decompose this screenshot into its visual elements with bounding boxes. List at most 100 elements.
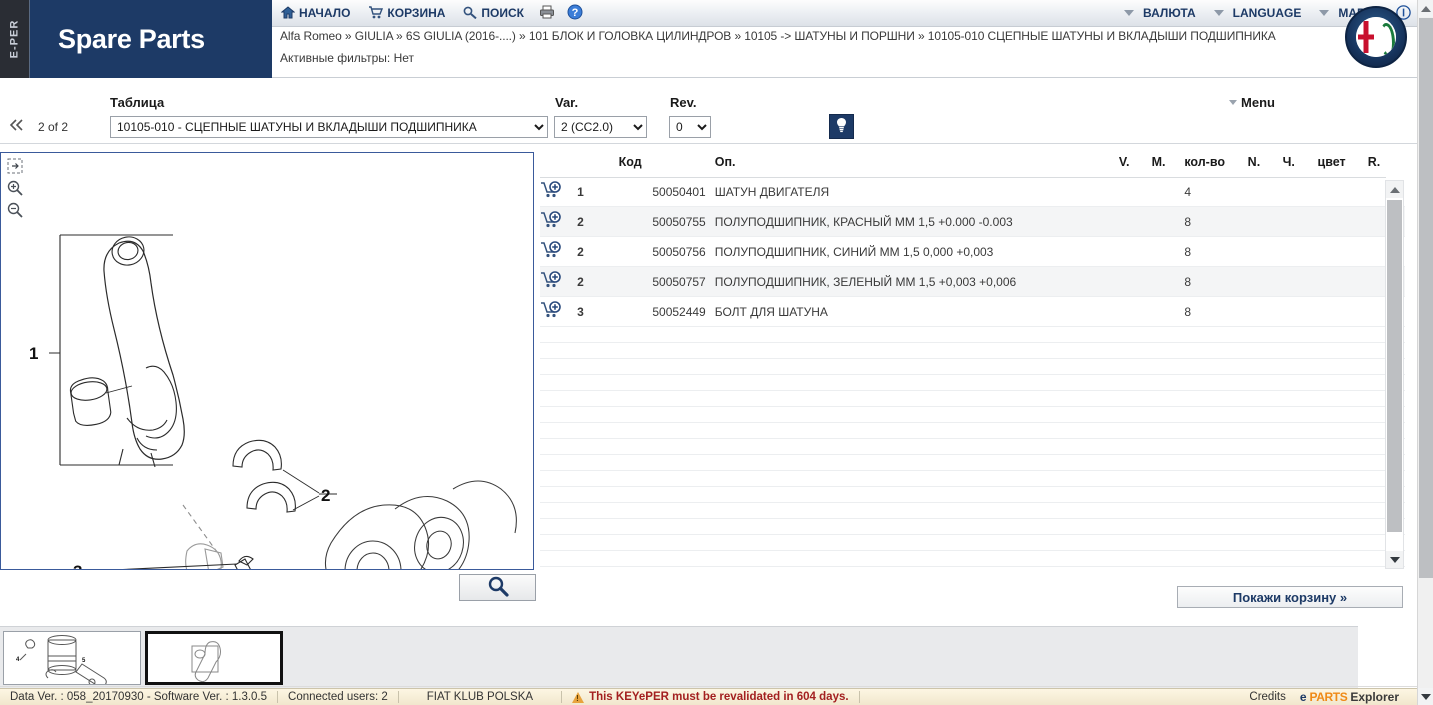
cell-color (1317, 236, 1368, 267)
search-icon (487, 575, 509, 600)
cell-empty (540, 470, 1405, 487)
col-n[interactable]: N. (1248, 155, 1283, 177)
part-diagram-panel[interactable]: 1 3 2 (0, 152, 534, 570)
col-code[interactable]: Код (619, 155, 715, 177)
cell-v (1118, 206, 1152, 237)
thumbnail-1-image: 45 (16, 635, 107, 684)
thumbnail-1[interactable]: 45 (3, 631, 141, 685)
scrollbar-thumb[interactable] (1387, 200, 1402, 532)
cell-empty (540, 342, 1405, 359)
var-select[interactable]: 2 (CC2.0) (554, 116, 647, 138)
menu-item-cart-label: КОРЗИНА (387, 6, 446, 20)
diagram-callout-3: 3 (73, 562, 82, 570)
col-ch[interactable]: Ч. (1283, 155, 1318, 177)
parts-table-scrollbar[interactable] (1385, 180, 1404, 569)
add-to-cart-icon[interactable] (540, 236, 578, 267)
table-row-empty (540, 422, 1405, 439)
add-to-cart-icon[interactable] (540, 266, 578, 297)
cell-m (1151, 296, 1185, 327)
status-data-version: Data Ver. : 058_20170930 - Software Ver.… (10, 691, 268, 703)
cell-empty (540, 326, 1405, 343)
table-select[interactable]: 10105-010 - СЦЕПНЫЕ ШАТУНЫ И ВКЛАДЫШИ ПО… (110, 116, 548, 138)
app-title: Spare Parts (58, 23, 205, 54)
menu-dropdown-button[interactable]: Menu (1229, 95, 1275, 110)
scroll-up-button[interactable] (1386, 181, 1403, 198)
cell-empty (540, 518, 1405, 535)
print-button[interactable] (533, 0, 561, 27)
menu-item-currency[interactable]: ВАЛЮТА (1115, 0, 1205, 27)
table-row-empty (540, 406, 1405, 423)
col-quantity[interactable]: кол-во (1184, 155, 1247, 177)
cell-desc: ШАТУН ДВИГАТЕЛЯ (714, 177, 1119, 207)
header-divider (272, 77, 1433, 78)
header-right: НАЧАЛО КОРЗИНА ПОИСК ? ВАЛЮТА LANGUAGE A… (272, 0, 1433, 78)
table-row-empty (540, 470, 1405, 487)
rev-select-label: Rev. (670, 95, 697, 110)
help-icon: ? (567, 4, 583, 22)
menu-item-search[interactable]: ПОИСК (454, 0, 533, 27)
menu-dropdown-label: Menu (1241, 95, 1275, 110)
col-r[interactable]: R. (1368, 155, 1405, 177)
menu-item-home[interactable]: НАЧАЛО (272, 0, 359, 27)
cell-v (1118, 236, 1152, 267)
thumbnail-strip: 45 (0, 626, 1358, 688)
svg-text:5: 5 (82, 658, 86, 664)
chevron-down-icon (1229, 100, 1238, 105)
thumbnail-2[interactable] (145, 631, 283, 685)
cell-qty: 8 (1184, 236, 1248, 267)
cell-desc: ПОЛУПОДШИПНИК, КРАСНЫЙ ММ 1,5 +0.000 -0.… (714, 206, 1119, 237)
logo-serpent (1376, 17, 1396, 57)
status-bar: Data Ver. : 058_20170930 - Software Ver.… (0, 688, 1417, 705)
table-row-empty (540, 486, 1405, 503)
cell-empty (540, 422, 1405, 439)
rev-select[interactable]: 0 (669, 116, 711, 138)
cell-pos: 2 (577, 236, 619, 267)
cell-empty (540, 502, 1405, 519)
cell-desc: ПОЛУПОДШИПНИК, СИНИЙ ММ 1,5 0,000 +0,003 (714, 236, 1119, 267)
cell-desc: ПОЛУПОДШИПНИК, ЗЕЛЕНЫЙ ММ 1,5 +0,003 +0,… (714, 266, 1119, 297)
col-cart (540, 155, 577, 177)
triangle-down-icon (1389, 556, 1400, 563)
col-m[interactable]: M. (1152, 155, 1185, 177)
parts-table-container: Код Оп. V. M. кол-во N. Ч. цвет R. 1 5005… (540, 155, 1405, 567)
menu-item-language[interactable]: LANGUAGE (1205, 0, 1311, 27)
lightbulb-icon (835, 117, 848, 136)
cell-desc: БОЛТ ДЛЯ ШАТУНА (714, 296, 1119, 327)
table-row-empty (540, 550, 1405, 567)
cell-pos: 2 (577, 266, 619, 297)
table-row-empty (540, 454, 1405, 471)
cell-code: 50050756 (618, 236, 715, 267)
page-scrollbar[interactable] (1417, 0, 1433, 705)
status-dealer: FIAT KLUB POLSKA (426, 691, 534, 703)
pager-prev-button[interactable] (8, 118, 24, 132)
page-scroll-up-button[interactable] (1418, 0, 1433, 17)
table-row[interactable]: 3 50052449 БОЛТ ДЛЯ ШАТУНА 8 (540, 296, 1405, 327)
table-row[interactable]: 1 50050401 ШАТУН ДВИГАТЕЛЯ 4 (540, 177, 1405, 207)
col-v[interactable]: V. (1119, 155, 1152, 177)
help-button[interactable]: ? (561, 0, 589, 27)
table-row[interactable]: 2 50050757 ПОЛУПОДШИПНИК, ЗЕЛЕНЫЙ ММ 1,5 +… (540, 266, 1405, 297)
add-to-cart-icon[interactable] (540, 206, 578, 237)
breadcrumb[interactable]: Alfa Romeo » GIULIA » 6S GIULIA (2016-..… (280, 29, 1313, 43)
eparts-e: e (1299, 690, 1307, 704)
logo-cross (1356, 17, 1376, 57)
page-scrollbar-thumb[interactable] (1419, 18, 1433, 578)
show-cart-button[interactable]: Покажи корзину » (1177, 586, 1403, 608)
triangle-up-icon (1421, 5, 1431, 12)
cell-ch (1282, 266, 1318, 297)
table-row[interactable]: 2 50050756 ПОЛУПОДШИПНИК, СИНИЙ ММ 1,5 0,0… (540, 236, 1405, 267)
add-to-cart-icon[interactable] (540, 177, 578, 207)
cell-m (1151, 177, 1185, 207)
page-scroll-down-button[interactable] (1418, 688, 1433, 705)
legend-bulb-button[interactable] (829, 114, 854, 139)
table-row-empty (540, 342, 1405, 359)
menu-item-cart[interactable]: КОРЗИНА (359, 0, 454, 27)
status-credits[interactable]: Credits (1239, 691, 1299, 703)
col-color[interactable]: цвет (1318, 155, 1368, 177)
col-description[interactable]: Оп. (715, 155, 1119, 177)
scroll-down-button[interactable] (1386, 551, 1403, 568)
diagram-search-button[interactable] (459, 574, 536, 601)
add-to-cart-icon[interactable] (540, 296, 578, 327)
table-row-empty (540, 438, 1405, 455)
table-row[interactable]: 2 50050755 ПОЛУПОДШИПНИК, КРАСНЫЙ ММ 1,5 +… (540, 206, 1405, 237)
